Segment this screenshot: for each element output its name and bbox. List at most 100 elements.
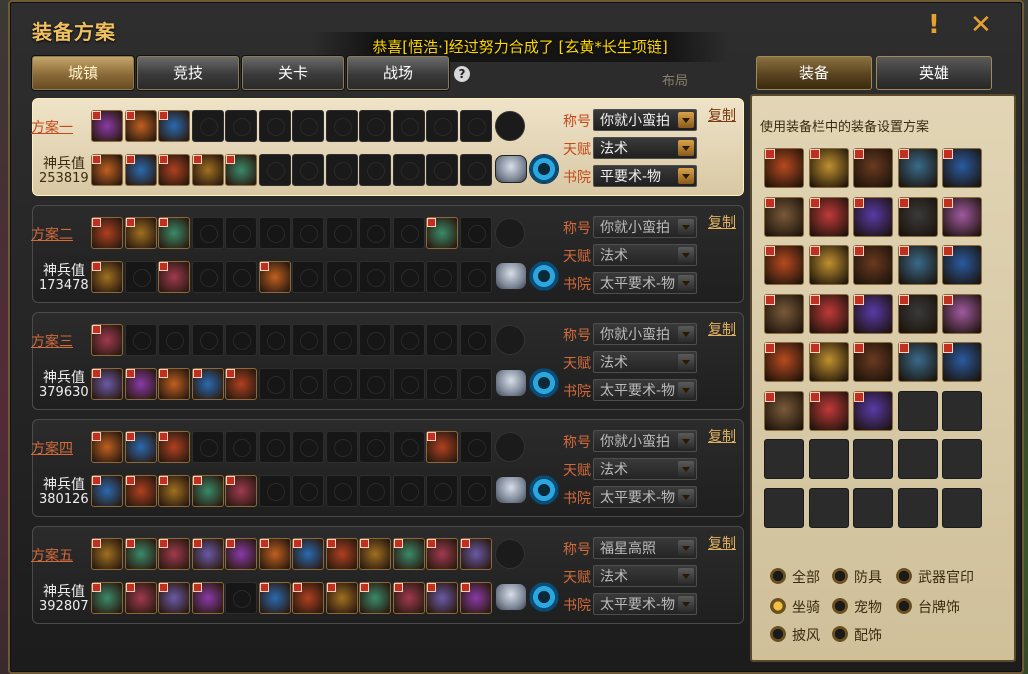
- title-select[interactable]: 你就小蛮拍: [593, 109, 697, 131]
- filter-radio[interactable]: [770, 568, 786, 584]
- inventory-item[interactable]: [764, 390, 804, 431]
- equipment-slot[interactable]: [91, 538, 123, 570]
- equipment-slot[interactable]: [225, 431, 257, 463]
- equipment-slot[interactable]: [392, 261, 425, 293]
- inventory-item[interactable]: [764, 293, 804, 334]
- plan-card[interactable]: 方案四 神兵值 380126 称号 你就小蛮拍 天赋 法术 书院 太平要术-物 复制: [31, 419, 744, 517]
- inventory-item[interactable]: [897, 245, 938, 285]
- equipment-slot[interactable]: [258, 538, 291, 570]
- equipment-slot[interactable]: [191, 261, 224, 293]
- equipment-slot[interactable]: [91, 110, 123, 142]
- chevron-down-icon[interactable]: [678, 247, 694, 263]
- equipment-slot[interactable]: [392, 475, 425, 507]
- title-select[interactable]: 福星高照: [593, 537, 697, 559]
- inventory-item[interactable]: [942, 196, 982, 237]
- accessory-slot[interactable]: [495, 325, 525, 355]
- inventory-slot-empty[interactable]: [808, 439, 849, 479]
- talent-select[interactable]: 法术: [593, 137, 697, 159]
- equipment-slot[interactable]: [258, 431, 291, 463]
- side-tab-0[interactable]: 装备: [756, 56, 872, 90]
- inventory-item[interactable]: [808, 148, 849, 188]
- equipment-slot[interactable]: [124, 154, 157, 186]
- chevron-down-icon[interactable]: [678, 568, 694, 584]
- equipment-slot[interactable]: [292, 431, 324, 463]
- plan-name[interactable]: 方案二: [31, 224, 73, 244]
- inventory-item[interactable]: [897, 293, 938, 334]
- equipment-slot[interactable]: [426, 538, 458, 570]
- copy-link[interactable]: 复制: [708, 426, 736, 446]
- plan-card[interactable]: 方案二 神兵值 173478 称号 你就小蛮拍 天赋 法术 书院 太平要术-物 复制: [31, 205, 744, 303]
- equipment-slot[interactable]: [359, 154, 391, 186]
- equipment-slot[interactable]: [124, 217, 157, 249]
- equipment-slot[interactable]: [325, 261, 358, 293]
- equipment-slot[interactable]: [191, 368, 224, 400]
- talent-select[interactable]: 法术: [593, 351, 697, 373]
- equipment-slot[interactable]: [91, 324, 123, 356]
- equipment-slot[interactable]: [459, 110, 492, 142]
- equipment-slot[interactable]: [426, 261, 458, 293]
- inventory-item[interactable]: [853, 245, 893, 285]
- inventory-item[interactable]: [808, 390, 849, 431]
- cauldron-icon[interactable]: [495, 583, 527, 611]
- equipment-slot[interactable]: [392, 217, 425, 249]
- filter-radio[interactable]: [770, 598, 786, 614]
- chevron-down-icon[interactable]: [678, 326, 694, 342]
- title-select[interactable]: 你就小蛮拍: [593, 216, 697, 238]
- accessory-slot[interactable]: [495, 218, 525, 248]
- chevron-down-icon[interactable]: [678, 112, 694, 128]
- equipment-slot[interactable]: [325, 431, 358, 463]
- inventory-slot-empty[interactable]: [942, 487, 982, 528]
- academy-select[interactable]: 平要术-物: [593, 165, 697, 187]
- equipment-slot[interactable]: [191, 217, 224, 249]
- equipment-slot[interactable]: [225, 324, 257, 356]
- equipment-slot[interactable]: [359, 110, 391, 142]
- equipment-slot[interactable]: [359, 538, 391, 570]
- equipment-slot[interactable]: [426, 217, 458, 249]
- inventory-item[interactable]: [897, 196, 938, 237]
- equipment-slot[interactable]: [91, 217, 123, 249]
- plan-card[interactable]: 方案三 神兵值 379630 称号 你就小蛮拍 天赋 法术 书院 太平要术-物 复制: [31, 312, 744, 410]
- academy-select[interactable]: 太平要术-物: [593, 379, 697, 401]
- inventory-item[interactable]: [942, 245, 982, 285]
- filter-radio[interactable]: [832, 568, 848, 584]
- equipment-slot[interactable]: [124, 475, 157, 507]
- equipment-slot[interactable]: [225, 217, 257, 249]
- inventory-slot-empty[interactable]: [897, 439, 938, 479]
- equipment-slot[interactable]: [459, 217, 492, 249]
- chevron-down-icon[interactable]: [678, 168, 694, 184]
- equipment-slot[interactable]: [325, 217, 358, 249]
- filter-label[interactable]: 坐骑: [792, 597, 820, 617]
- equipment-slot[interactable]: [392, 538, 425, 570]
- equipment-slot[interactable]: [426, 154, 458, 186]
- inventory-item[interactable]: [808, 293, 849, 334]
- copy-link[interactable]: 复制: [708, 105, 736, 125]
- academy-select[interactable]: 太平要术-物: [593, 272, 697, 294]
- equipment-slot[interactable]: [325, 538, 358, 570]
- filter-radio[interactable]: [832, 598, 848, 614]
- chevron-down-icon[interactable]: [678, 433, 694, 449]
- inventory-item[interactable]: [853, 342, 893, 382]
- equipment-slot[interactable]: [258, 368, 291, 400]
- close-icon[interactable]: ✕: [970, 10, 992, 40]
- equipment-slot[interactable]: [225, 154, 257, 186]
- equipment-slot[interactable]: [459, 538, 492, 570]
- equipment-slot[interactable]: [158, 475, 190, 507]
- equipment-slot[interactable]: [124, 582, 157, 614]
- equipment-slot[interactable]: [158, 324, 190, 356]
- equipment-slot[interactable]: [292, 110, 324, 142]
- inventory-item[interactable]: [764, 245, 804, 285]
- equipment-slot[interactable]: [158, 154, 190, 186]
- equipment-slot[interactable]: [325, 154, 358, 186]
- equipment-slot[interactable]: [225, 368, 257, 400]
- chevron-down-icon[interactable]: [678, 540, 694, 556]
- equipment-slot[interactable]: [426, 324, 458, 356]
- cauldron-icon[interactable]: [495, 262, 527, 290]
- filter-label[interactable]: 防具: [854, 567, 882, 587]
- equipment-slot[interactable]: [191, 538, 224, 570]
- equipment-slot[interactable]: [325, 368, 358, 400]
- equipment-slot[interactable]: [359, 582, 391, 614]
- inventory-slot-empty[interactable]: [808, 487, 849, 528]
- equipment-slot[interactable]: [258, 154, 291, 186]
- title-select[interactable]: 你就小蛮拍: [593, 430, 697, 452]
- inventory-item[interactable]: [808, 196, 849, 237]
